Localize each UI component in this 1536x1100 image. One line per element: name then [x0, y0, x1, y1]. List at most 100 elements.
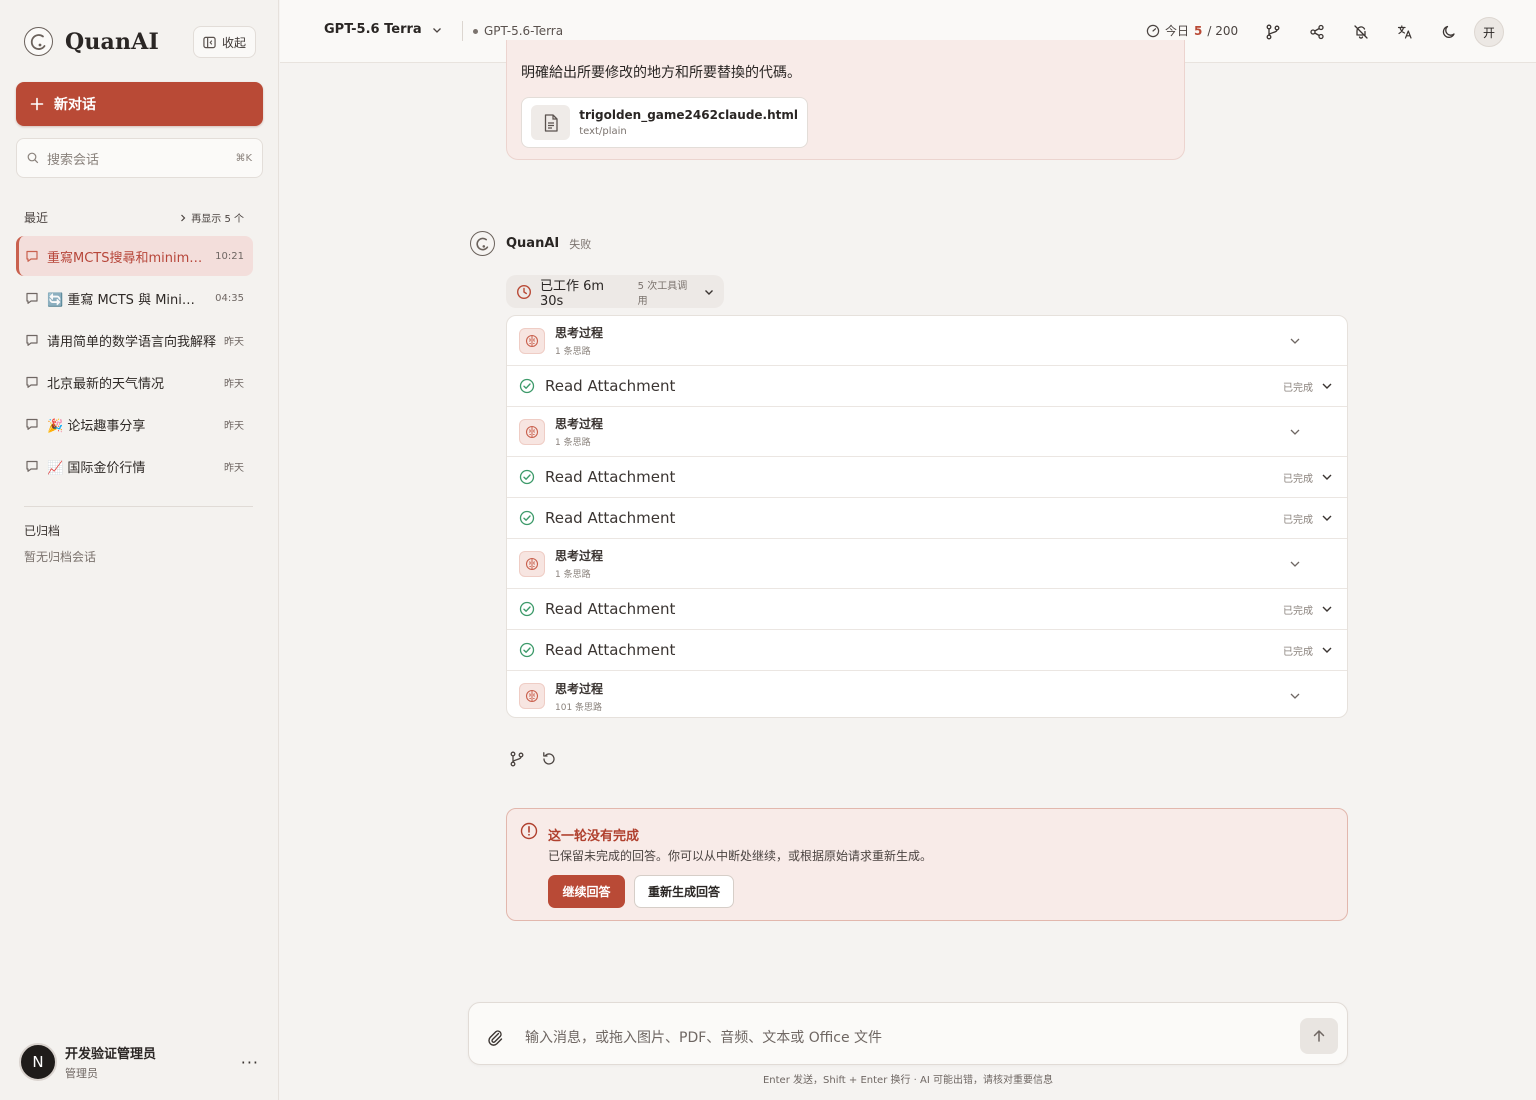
user-role: 管理员 — [65, 1067, 98, 1080]
user-message-text: 明確給出所要修改的地方和所要替換的代碼。 — [521, 65, 801, 81]
archived-label: 已归档 — [24, 524, 61, 538]
user-profile[interactable]: N 开发验证管理员 管理员 ··· — [19, 1042, 259, 1082]
chat-bubble-icon — [25, 375, 39, 389]
avatar: N — [19, 1043, 57, 1081]
brand[interactable]: QuanAI — [24, 27, 159, 56]
translate-icon[interactable] — [1390, 17, 1420, 47]
continue-button[interactable]: 继续回答 — [548, 875, 625, 908]
tool-step[interactable]: Read Attachment 已完成 — [507, 589, 1347, 630]
brand-name: QuanAI — [65, 28, 159, 55]
user-name: 开发验证管理员 — [65, 1047, 157, 1062]
agent-steps-list: 思考过程 1 条思路 Read Attachment 已完成 思考过程 1 条思… — [506, 315, 1348, 718]
search-placeholder: 搜索会话 — [47, 152, 100, 168]
branch-icon[interactable] — [509, 751, 525, 767]
message-composer[interactable]: 输入消息，或拖入图片、PDF、音频、文本或 Office 文件 — [468, 1002, 1348, 1065]
archived-empty-text: 暂无归档会话 — [24, 550, 97, 564]
tool-step[interactable]: Read Attachment 已完成 — [507, 366, 1347, 407]
tool-status: 已完成 — [1283, 646, 1313, 658]
tool-call-count: 5 次工具调用 — [637, 280, 688, 307]
warning-text: 已保留未完成的回答。你可以从中断处继续，或根据原始请求重新生成。 — [548, 849, 933, 863]
conversation-list: 重寫MCTS搜尋和minimax算法 10:21 🔄 重寫 MCTS 與 Min… — [16, 236, 253, 488]
thinking-info: 思考过程 1 条思路 — [555, 324, 1289, 357]
chevron-down-icon — [1289, 335, 1301, 347]
check-circle-icon — [519, 378, 535, 394]
conversation-item[interactable]: 🔄 重寫 MCTS 與 Minimax 04:35 — [16, 278, 253, 318]
share-icon[interactable] — [1302, 17, 1332, 47]
regenerate-icon[interactable] — [541, 751, 557, 767]
status-dot — [473, 28, 478, 34]
chat-bubble-icon — [25, 459, 39, 473]
conversation-title: 🎉 论坛趣事分享 — [47, 418, 146, 434]
recent-section-header: 最近 再显示 5 个 — [24, 209, 244, 226]
search-conversations-input[interactable]: 搜索会话 ⌘K — [16, 138, 263, 178]
chevron-down-icon — [1321, 512, 1333, 524]
worked-duration: 已工作 6m 30s — [540, 278, 605, 309]
regenerate-button[interactable]: 重新生成回答 — [634, 875, 734, 908]
thinking-title: 思考过程 — [555, 681, 604, 696]
chevron-down-icon — [1289, 690, 1301, 702]
chevron-down-icon — [1289, 426, 1301, 438]
conversation-time: 10:21 — [215, 250, 244, 262]
paperclip-icon[interactable] — [486, 1028, 504, 1046]
conversation-title: 重寫MCTS搜尋和minimax算法 — [47, 250, 207, 266]
show-more-button[interactable]: 再显示 5 个 — [179, 210, 244, 225]
conversation-item[interactable]: 请用简单的数学语言向我解释 昨天 — [16, 320, 253, 360]
tool-step[interactable]: Read Attachment 已完成 — [507, 457, 1347, 498]
new-chat-button[interactable]: 新对话 — [16, 82, 263, 126]
thinking-title: 思考过程 — [555, 326, 604, 340]
tool-title: Read Attachment — [545, 509, 676, 527]
check-circle-icon — [519, 601, 535, 617]
recent-label: 最近 — [24, 211, 49, 225]
tool-status: 已完成 — [1283, 514, 1313, 526]
thinking-count: 1 条思路 — [555, 570, 591, 580]
chevron-down-icon — [1321, 471, 1333, 483]
thinking-count: 1 条思路 — [555, 438, 591, 448]
tool-status: 已完成 — [1283, 605, 1313, 617]
attachment-card[interactable]: trigolden_game2462claude.html text/plain — [521, 97, 808, 148]
conversation-item[interactable]: 🎉 论坛趣事分享 昨天 — [16, 404, 253, 444]
bell-off-icon[interactable] — [1346, 17, 1376, 47]
thinking-step[interactable]: 思考过程 1 条思路 — [507, 539, 1347, 589]
thinking-step[interactable]: 思考过程 1 条思路 — [507, 316, 1347, 366]
chat-bubble-icon — [25, 249, 39, 263]
check-circle-icon — [519, 510, 535, 526]
collapse-sidebar-button[interactable]: 收起 — [193, 26, 256, 58]
plus-icon — [30, 97, 44, 111]
quota-used: 5 — [1194, 23, 1203, 38]
file-icon — [531, 105, 571, 140]
user-info: 开发验证管理员 管理员 — [65, 1043, 241, 1081]
conversation-item[interactable]: 重寫MCTS搜尋和minimax算法 10:21 — [16, 236, 253, 276]
assistant-name: QuanAI — [506, 236, 560, 251]
conversation-item[interactable]: 北京最新的天气情况 昨天 — [16, 362, 253, 402]
thinking-step[interactable]: 思考过程 101 条思路 — [507, 671, 1347, 717]
quota-total: / 200 — [1207, 23, 1239, 38]
conversation-time: 昨天 — [224, 378, 244, 390]
model-selector[interactable]: GPT-5.6 Terra — [324, 22, 442, 37]
tool-title: Read Attachment — [545, 468, 676, 486]
attachment-type: text/plain — [579, 126, 627, 137]
user-language-button[interactable]: 开 — [1474, 17, 1504, 47]
tool-title: Read Attachment — [545, 377, 676, 395]
worked-summary-toggle[interactable]: 已工作 6m 30s 5 次工具调用 — [506, 275, 724, 309]
message-input-placeholder[interactable]: 输入消息，或拖入图片、PDF、音频、文本或 Office 文件 — [525, 1027, 882, 1047]
thinking-step[interactable]: 思考过程 1 条思路 — [507, 407, 1347, 457]
chevron-down-icon — [432, 25, 442, 35]
branch-icon[interactable] — [1258, 17, 1288, 47]
conversation-time: 昨天 — [224, 420, 244, 432]
arrow-up-icon — [1312, 1029, 1326, 1043]
tool-step[interactable]: Read Attachment 已完成 — [507, 498, 1347, 539]
quanai-logo-icon — [24, 27, 53, 56]
send-button[interactable] — [1300, 1018, 1338, 1054]
brain-icon — [519, 327, 545, 354]
conversation-item[interactable]: 📈 国际金价行情 昨天 — [16, 446, 253, 486]
conversation-title: 北京最新的天气情况 — [47, 376, 165, 392]
search-icon — [27, 152, 39, 164]
chevron-down-icon — [704, 287, 714, 297]
user-menu-button[interactable]: ··· — [241, 1053, 259, 1072]
brain-icon — [519, 418, 545, 445]
dark-mode-icon[interactable] — [1434, 17, 1464, 47]
check-circle-icon — [519, 642, 535, 658]
conversation-time: 昨天 — [224, 462, 244, 474]
tool-step[interactable]: Read Attachment 已完成 — [507, 630, 1347, 671]
attachment-info: trigolden_game2462claude.html text/plain — [579, 108, 798, 137]
